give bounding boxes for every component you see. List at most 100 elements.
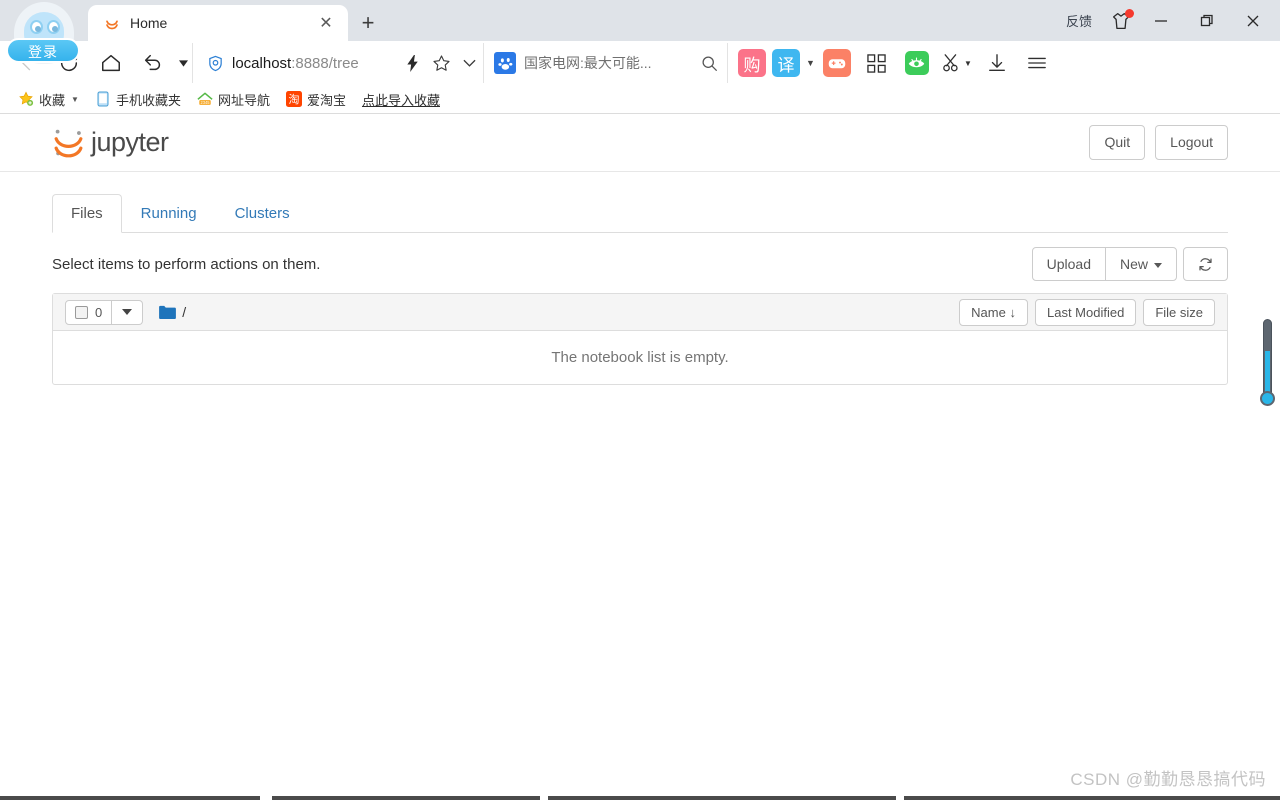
window-close-icon[interactable] — [1230, 0, 1276, 41]
baidu-paw-icon — [494, 52, 516, 74]
sort-arrow-icon: ↓ — [1009, 304, 1016, 320]
nav-2345-icon: 2345 — [197, 91, 213, 107]
account-zone[interactable]: 登录 — [0, 0, 88, 64]
jupyter-logo[interactable]: jupyter — [52, 125, 169, 161]
folder-icon — [159, 305, 177, 320]
shopping-button[interactable]: 购 — [738, 49, 766, 77]
feedback-button[interactable]: 反馈 — [1054, 11, 1104, 30]
search-box[interactable]: 国家电网:最大可能... — [483, 43, 723, 83]
login-button[interactable]: 登录 — [6, 38, 80, 63]
new-button[interactable]: New — [1104, 247, 1177, 282]
refresh-icon — [1199, 257, 1212, 271]
svg-text:2345: 2345 — [200, 100, 210, 105]
jupyter-favicon — [106, 20, 118, 30]
chevron-down-icon[interactable] — [174, 43, 192, 83]
browser-window: 登录 Home ✕ + 反馈 localhost:8888/tree 国家电网:… — [0, 0, 1280, 800]
jupyter-header: jupyter Quit Logout — [0, 114, 1280, 172]
sort-by-size-button[interactable]: File size — [1143, 298, 1215, 326]
notebook-list: 0 / Name ↓ Last Modified File size The n… — [52, 293, 1228, 386]
translate-button[interactable]: 译 — [772, 49, 800, 77]
tab-title: Home — [130, 15, 168, 31]
main-menu-icon[interactable] — [1017, 43, 1057, 83]
magnifier-icon[interactable] — [695, 55, 723, 72]
jupyter-main: Files Running Clusters Select items to p… — [0, 172, 1280, 386]
tab-close-icon[interactable]: ✕ — [314, 11, 338, 35]
svg-text:淘: 淘 — [288, 93, 299, 106]
url-host: localhost — [232, 54, 292, 72]
window-controls: 反馈 — [1054, 0, 1280, 41]
tab-files[interactable]: Files — [52, 194, 122, 233]
quit-button[interactable]: Quit — [1089, 125, 1146, 160]
jupyter-wordmark: jupyter — [91, 127, 169, 157]
upload-button[interactable]: Upload — [1031, 247, 1106, 282]
bookmark-taobao[interactable]: 淘 爱淘宝 — [278, 87, 354, 111]
chevron-down-icon — [122, 309, 133, 316]
browser-tab[interactable]: Home ✕ — [88, 5, 348, 41]
tab-strip: Home ✕ + — [88, 0, 1054, 41]
screenshot-scissors-icon[interactable]: ▼ — [937, 43, 977, 83]
address-bar[interactable]: localhost:8888/tree — [192, 43, 483, 83]
scrollbar[interactable] — [1258, 319, 1277, 419]
apps-grid-icon[interactable] — [857, 43, 897, 83]
chevron-down-icon[interactable]: ▼ — [806, 58, 815, 68]
notebook-list-header: 0 / Name ↓ Last Modified File size — [53, 294, 1227, 332]
bookmark-favorites[interactable]: 收藏 ▼ — [10, 87, 87, 111]
downloads-icon[interactable] — [977, 43, 1017, 83]
url-path: :8888/tree — [291, 54, 359, 72]
select-all-group: 0 — [65, 299, 144, 325]
eye-protect-icon[interactable] — [897, 43, 937, 83]
chevron-down-icon[interactable] — [455, 43, 483, 83]
new-button-label: New — [1119, 256, 1148, 272]
select-menu-button[interactable] — [112, 299, 144, 325]
sort-by-name-button[interactable]: Name ↓ — [959, 298, 1028, 326]
jupyter-header-buttons: Quit Logout — [1089, 125, 1228, 160]
logout-button[interactable]: Logout — [1155, 125, 1228, 160]
maximize-icon[interactable] — [1184, 0, 1230, 41]
lightning-icon[interactable] — [399, 43, 427, 83]
omnibox-icons — [399, 43, 483, 83]
page-viewport: jupyter Quit Logout Files Running Cluste… — [0, 114, 1280, 800]
selected-count: 0 — [95, 304, 103, 320]
notification-badge — [1125, 9, 1134, 18]
search-input[interactable]: 国家电网:最大可能... — [524, 53, 695, 73]
breadcrumb-path[interactable]: / — [182, 304, 186, 320]
address-bar-text: localhost:8888/tree — [232, 55, 359, 72]
bookmark-label: 网址导航 — [217, 92, 270, 108]
game-button[interactable] — [822, 49, 851, 77]
bookmark-label: 爱淘宝 — [306, 92, 346, 108]
security-shield-icon — [209, 55, 222, 71]
browser-titlebar: 登录 Home ✕ + 反馈 — [0, 0, 1280, 64]
skin-tshirt-icon[interactable] — [1104, 0, 1138, 41]
bookmark-label: 手机收藏夹 — [115, 92, 181, 108]
phone-icon — [95, 91, 111, 107]
bookmark-import-link[interactable]: 点此导入收藏 — [354, 87, 448, 111]
selection-hint: Select items to perform actions on them. — [52, 255, 321, 273]
jupyter-logo-icon — [54, 129, 83, 157]
extensions-zone: 购 译 ▼ ▼ — [727, 43, 1057, 83]
browser-toolbar: localhost:8888/tree 国家电网:最大可能... 购 译 ▼ ▼ — [0, 41, 1280, 85]
home-icon[interactable] — [90, 43, 132, 83]
action-buttons: Upload New — [1031, 247, 1228, 282]
bookmark-label: 收藏 — [39, 92, 66, 108]
sort-by-modified-button[interactable]: Last Modified — [1034, 298, 1137, 326]
jupyter-action-bar: Select items to perform actions on them.… — [52, 233, 1228, 293]
refresh-button[interactable] — [1183, 247, 1228, 282]
breadcrumb: / — [159, 304, 186, 320]
checkbox-unchecked-icon[interactable] — [75, 305, 88, 319]
bookmark-site-nav[interactable]: 2345 网址导航 — [189, 87, 278, 111]
sort-buttons: Name ↓ Last Modified File size — [952, 298, 1215, 326]
chevron-down-icon[interactable]: ▼ — [71, 95, 79, 104]
new-tab-button[interactable]: + — [348, 5, 388, 41]
watermark: CSDN @勤勤恳恳搞代码 — [1070, 770, 1266, 789]
bookmark-mobile-favorites[interactable]: 手机收藏夹 — [87, 87, 189, 111]
tab-clusters[interactable]: Clusters — [216, 194, 309, 233]
minimize-icon[interactable] — [1138, 0, 1184, 41]
scrollbar-bulb[interactable] — [1260, 391, 1275, 406]
upload-new-group: Upload New — [1031, 247, 1177, 282]
history-undo-icon[interactable] — [132, 43, 174, 83]
bookmarks-bar: 收藏 ▼ 手机收藏夹 2345 网址导航 淘 爱淘宝 点此导入收藏 — [0, 85, 1280, 114]
bookmark-star-icon[interactable] — [427, 43, 455, 83]
select-all-button[interactable]: 0 — [65, 299, 113, 325]
tab-running[interactable]: Running — [122, 194, 216, 233]
taobao-icon: 淘 — [285, 91, 302, 107]
